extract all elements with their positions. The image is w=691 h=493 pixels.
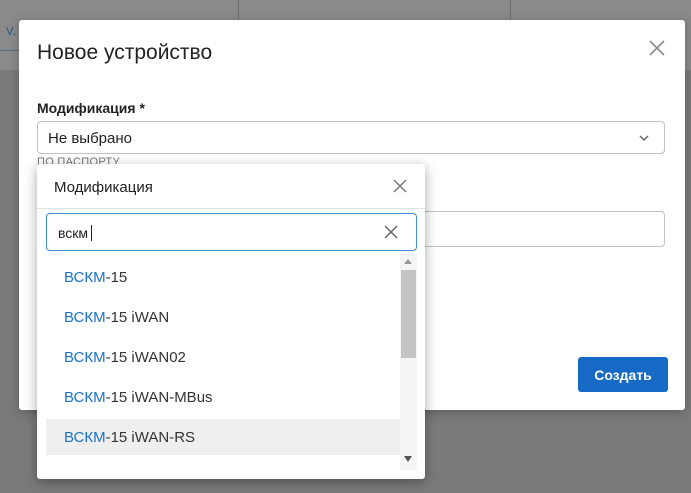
modification-label: Модификация * [37,100,145,116]
list-item[interactable]: ВСКМ-15 iWAN-RS [46,419,400,455]
modification-dropdown: Модификация вскм ВСКМ-15 ВСКМ-15 iWAN ВС… [37,164,425,479]
search-input-value: вскм [58,225,89,241]
option-match: ВСКМ [64,269,106,286]
dropdown-title: Модификация [54,179,153,196]
divider [37,208,425,209]
create-button[interactable]: Создать [578,357,668,392]
option-rest: -15 iWAN02 [105,349,186,366]
modification-select[interactable]: Не выбрано [37,121,665,154]
options-list: ВСКМ-15 ВСКМ-15 iWAN ВСКМ-15 iWAN02 ВСКМ… [46,259,400,459]
text-caret [91,225,93,241]
second-field-input[interactable] [419,211,665,247]
option-rest: -15 iWAN-MBus [105,389,213,406]
option-rest: -15 [105,269,128,286]
clear-icon[interactable] [383,224,399,240]
close-icon[interactable] [391,177,409,195]
option-match: ВСКМ [64,429,106,446]
search-input[interactable]: вскм [46,213,417,251]
option-match: ВСКМ [64,309,106,326]
option-match: ВСКМ [64,349,106,366]
option-rest: -15 iWAN-RS [105,429,196,446]
close-icon[interactable] [645,36,669,60]
scroll-up-arrow-icon[interactable] [404,259,412,264]
modification-select-value: Не выбрано [48,130,132,147]
scroll-down-arrow-icon[interactable] [404,456,412,462]
list-item[interactable]: ВСКМ-15 iWAN02 [46,339,400,375]
list-item[interactable]: ВСКМ-15 iWAN-MBus [46,379,400,415]
dialog-title: Новое устройство [37,41,213,64]
option-rest: -15 iWAN [105,309,170,326]
list-item[interactable]: ВСКМ-15 [46,259,400,295]
list-item[interactable]: ВСКМ-15 iWAN [46,299,400,335]
scrollbar-thumb[interactable] [401,270,416,358]
background-text: v. [6,22,17,39]
option-match: ВСКМ [64,389,106,406]
scrollbar[interactable] [400,254,417,470]
chevron-down-icon [639,135,649,141]
